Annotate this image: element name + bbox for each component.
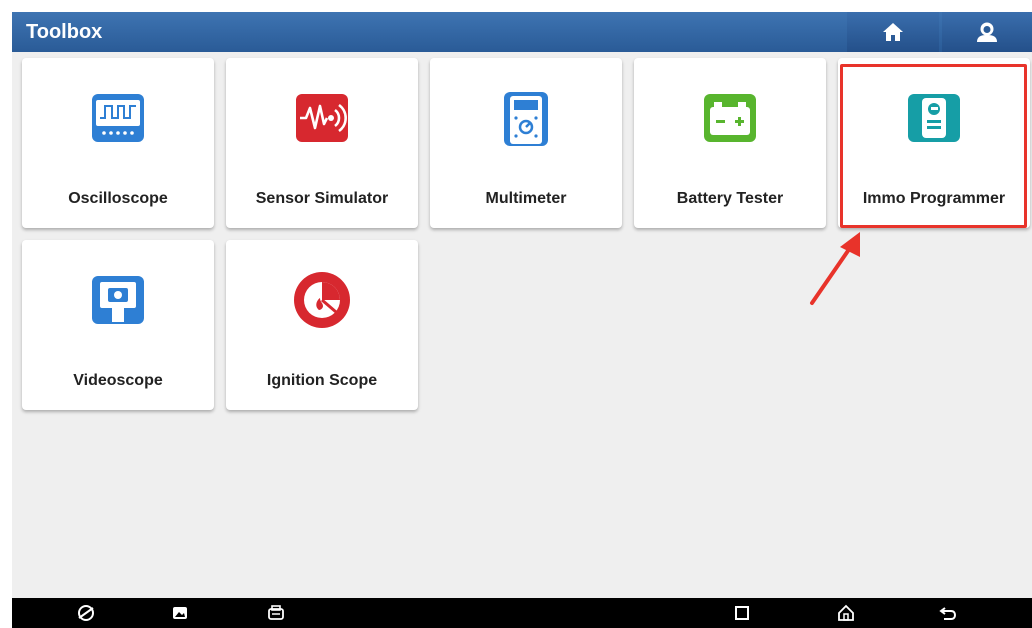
tile-label: Battery Tester <box>676 190 784 207</box>
tile-ignition-scope[interactable]: Ignition Scope <box>226 240 418 410</box>
tile-label: Ignition Scope <box>266 372 378 389</box>
ignition-scope-icon <box>294 272 350 328</box>
home-icon <box>883 23 903 41</box>
tile-videoscope[interactable]: Videoscope <box>22 240 214 410</box>
back-icon[interactable] <box>938 603 958 623</box>
screen: Toolbox Oscilloscope Sensor Simulator Mu… <box>12 12 1032 628</box>
user-button[interactable] <box>942 12 1032 52</box>
videoscope-icon <box>92 276 144 324</box>
system-nav-bar <box>12 598 1032 628</box>
page-title: Toolbox <box>26 21 103 43</box>
sensor-simulator-icon <box>296 94 348 142</box>
tile-sensor-simulator[interactable]: Sensor Simulator <box>226 58 418 228</box>
tile-label: Videoscope <box>73 372 163 389</box>
browser-icon[interactable] <box>76 603 96 623</box>
tile-label: Sensor Simulator <box>255 190 389 207</box>
user-icon <box>977 22 997 42</box>
tile-battery-tester[interactable]: Battery Tester <box>634 58 826 228</box>
highlight-box <box>840 64 1027 228</box>
home-button[interactable] <box>847 12 939 52</box>
battery-icon <box>704 94 756 142</box>
recents-icon[interactable] <box>732 603 752 623</box>
tile-label: Multimeter <box>485 190 567 207</box>
tile-oscilloscope[interactable]: Oscilloscope <box>22 58 214 228</box>
multimeter-icon <box>504 92 548 146</box>
tile-label: Oscilloscope <box>68 190 168 207</box>
home-icon[interactable] <box>836 603 856 623</box>
title-bar: Toolbox <box>12 12 1032 52</box>
vci-icon[interactable] <box>266 603 286 623</box>
gallery-icon[interactable] <box>170 603 190 623</box>
tile-multimeter[interactable]: Multimeter <box>430 58 622 228</box>
oscilloscope-icon <box>92 94 144 142</box>
annotation-arrow <box>810 232 860 305</box>
